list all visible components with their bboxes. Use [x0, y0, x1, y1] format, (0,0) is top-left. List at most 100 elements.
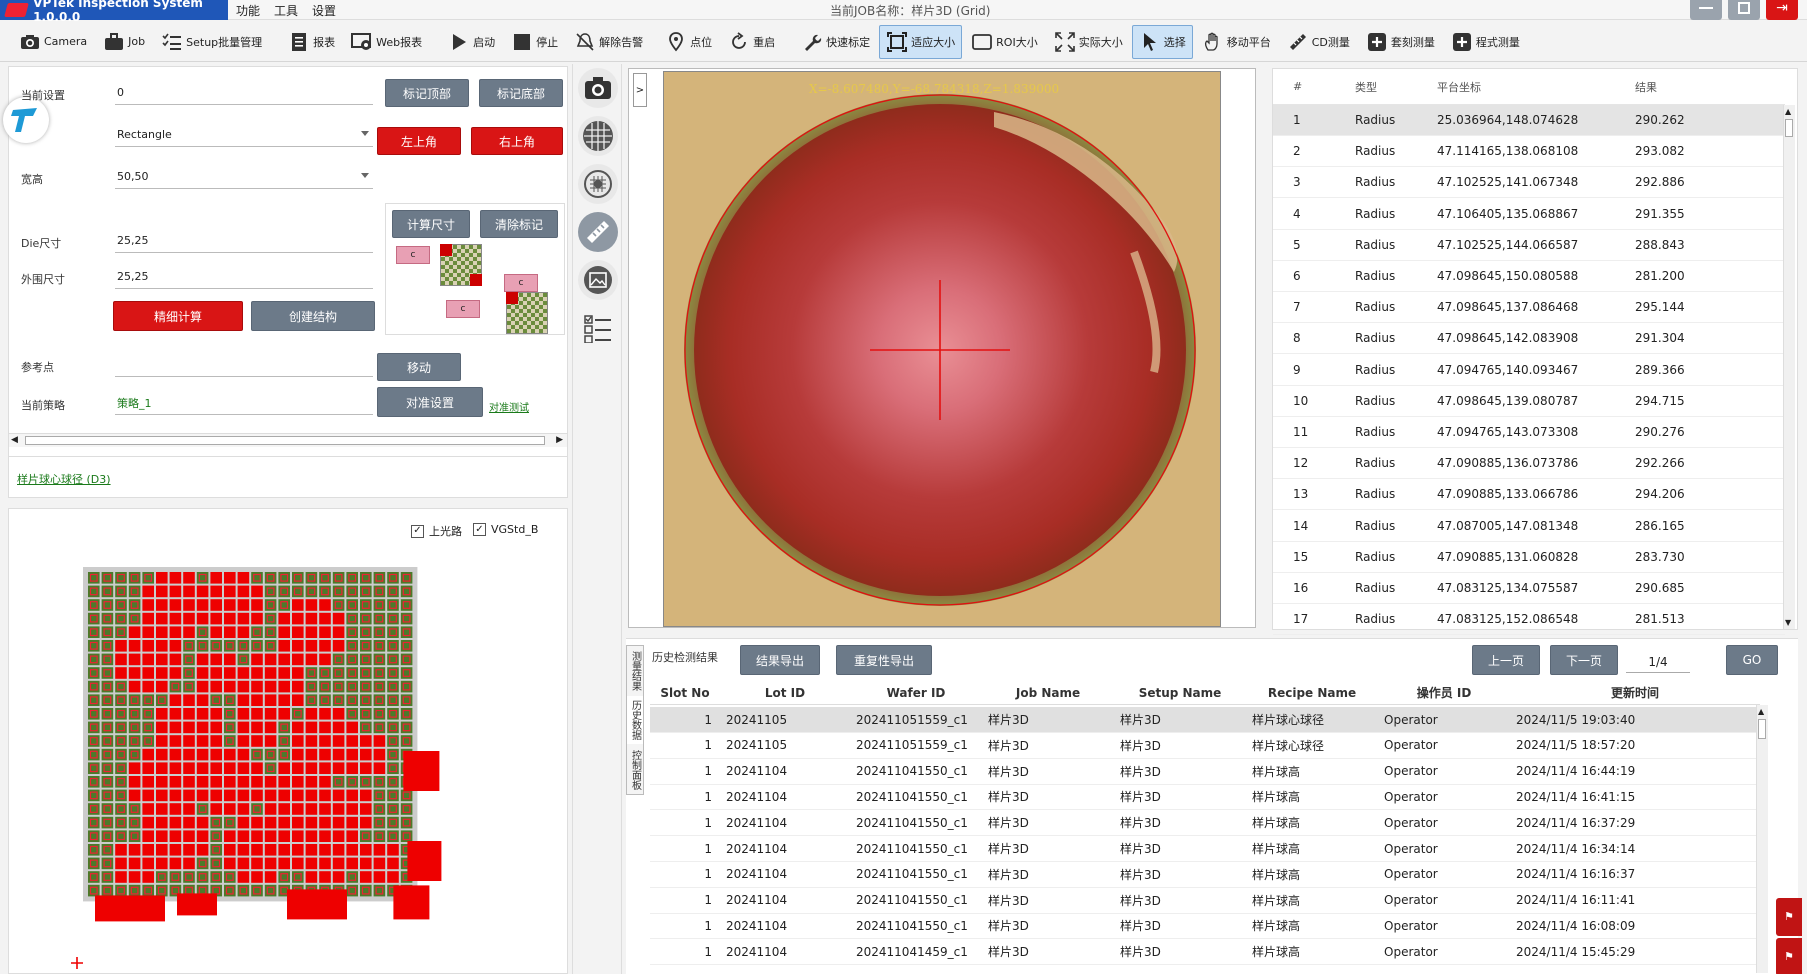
results-row[interactable]: 7 Radius 47.098645,137.086468 295.144	[1273, 292, 1785, 324]
wafer-die[interactable]	[319, 789, 331, 802]
wafer-die[interactable]	[128, 830, 141, 842]
wafer-die[interactable]	[251, 748, 263, 761]
wafer-die[interactable]	[196, 816, 209, 829]
wafer-die[interactable]	[278, 626, 290, 638]
wafer-die[interactable]	[142, 776, 154, 788]
wafer-die[interactable]	[88, 748, 100, 761]
reference-point-field[interactable]	[115, 353, 373, 377]
current-strategy-field[interactable]: 策略_1	[115, 391, 373, 415]
wafer-die[interactable]	[346, 708, 358, 720]
wafer-die[interactable]	[142, 857, 154, 870]
wafer-die[interactable]	[332, 599, 345, 611]
wafer-die[interactable]	[88, 721, 100, 734]
wafer-die[interactable]	[292, 626, 304, 638]
wafer-die[interactable]	[196, 694, 209, 706]
wafer-die[interactable]	[210, 762, 222, 774]
wafer-die[interactable]	[264, 871, 277, 883]
wafer-die[interactable]	[183, 789, 195, 802]
wafer-die[interactable]	[360, 748, 372, 761]
wafer-die[interactable]	[278, 830, 290, 842]
wafer-die[interactable]	[156, 667, 168, 679]
wafer-die[interactable]	[183, 735, 195, 747]
wafer-die[interactable]	[101, 776, 114, 788]
wafer-die[interactable]	[346, 803, 358, 815]
results-row[interactable]: 3 Radius 47.102525,141.067348 292.886	[1273, 167, 1785, 199]
die-size-field[interactable]: 25,25	[115, 229, 373, 253]
maximize-button[interactable]	[1728, 0, 1760, 20]
wafer-die[interactable]	[373, 776, 386, 788]
wafer-die[interactable]	[387, 721, 399, 734]
wafer-die[interactable]	[237, 816, 250, 829]
history-scrollbar[interactable]: ▲	[1756, 705, 1768, 973]
wafer-die[interactable]	[373, 585, 386, 598]
wafer-die[interactable]	[373, 857, 386, 870]
wafer-die[interactable]	[292, 721, 304, 734]
wafer-die[interactable]	[183, 667, 195, 679]
wafer-die[interactable]	[305, 572, 318, 584]
wafer-die[interactable]	[196, 844, 209, 856]
wafer-die[interactable]	[142, 884, 154, 897]
wafer-die[interactable]	[264, 884, 277, 897]
wafer-die[interactable]	[101, 830, 114, 842]
history-row[interactable]: 1 20241104 202411041550_c1 样片3D 样片3D 样片球高 Oper…	[650, 888, 1760, 914]
history-row[interactable]: 1 20241104 202411041550_c1 样片3D 样片3D 样片球高 Oper…	[650, 810, 1760, 837]
wafer-die[interactable]	[183, 816, 195, 829]
wafer-die[interactable]	[292, 667, 304, 679]
wafer-die[interactable]	[346, 599, 358, 611]
wafer-die[interactable]	[264, 694, 277, 706]
wafer-die[interactable]	[156, 830, 168, 842]
wafer-die[interactable]	[169, 844, 182, 856]
wafer-die[interactable]	[237, 585, 250, 598]
wafer-die[interactable]	[251, 599, 263, 611]
wafer-die[interactable]	[224, 572, 236, 584]
wafer-die[interactable]	[169, 816, 182, 829]
setup-batch-button[interactable]: Setup批量管理	[154, 25, 269, 59]
wafer-die[interactable]	[373, 708, 386, 720]
wafer-die[interactable]	[224, 789, 236, 802]
wafer-die[interactable]	[360, 857, 372, 870]
wafer-die[interactable]	[373, 803, 386, 815]
wafer-die[interactable]	[210, 612, 222, 625]
wafer-die[interactable]	[128, 762, 141, 774]
wafer-die[interactable]	[183, 871, 195, 883]
wafer-die[interactable]	[319, 612, 331, 625]
wafer-die[interactable]	[292, 816, 304, 829]
wafer-die[interactable]	[237, 694, 250, 706]
wafer-die[interactable]	[264, 667, 277, 679]
wafer-die[interactable]	[210, 653, 222, 666]
wafer-die[interactable]	[128, 667, 141, 679]
wafer-die[interactable]	[169, 721, 182, 734]
wafer-die[interactable]	[88, 789, 100, 802]
wafer-die[interactable]	[142, 871, 154, 883]
wafer-die[interactable]	[346, 816, 358, 829]
wafer-die[interactable]	[387, 585, 399, 598]
wafer-die[interactable]	[360, 776, 372, 788]
wafer-die[interactable]	[88, 857, 100, 870]
wafer-die[interactable]	[237, 762, 250, 774]
wafer-die[interactable]	[278, 585, 290, 598]
wafer-die[interactable]	[387, 612, 399, 625]
wafer-die[interactable]	[101, 585, 114, 598]
wafer-die[interactable]	[183, 694, 195, 706]
wafer-die[interactable]	[101, 640, 114, 652]
wafer-die[interactable]	[210, 871, 222, 883]
wafer-die[interactable]	[183, 748, 195, 761]
wafer-die[interactable]	[224, 612, 236, 625]
wafer-die[interactable]	[88, 680, 100, 693]
wafer-die[interactable]	[128, 748, 141, 761]
clear-alarm-button[interactable]: 解除告警	[567, 25, 650, 59]
wafer-die[interactable]	[292, 694, 304, 706]
wafer-die[interactable]	[115, 735, 127, 747]
wafer-die[interactable]	[196, 721, 209, 734]
wafer-die[interactable]	[169, 572, 182, 584]
wafer-die[interactable]	[319, 667, 331, 679]
wafer-die[interactable]	[264, 844, 277, 856]
wafer-die[interactable]	[115, 830, 127, 842]
wafer-die[interactable]	[115, 789, 127, 802]
camera-button[interactable]: Camera	[12, 25, 94, 59]
wafer-die[interactable]	[278, 667, 290, 679]
wafer-die[interactable]	[387, 762, 399, 774]
wafer-die[interactable]	[224, 803, 236, 815]
wafer-die[interactable]	[346, 572, 358, 584]
align-setup-button[interactable]: 对准设置	[377, 387, 483, 417]
